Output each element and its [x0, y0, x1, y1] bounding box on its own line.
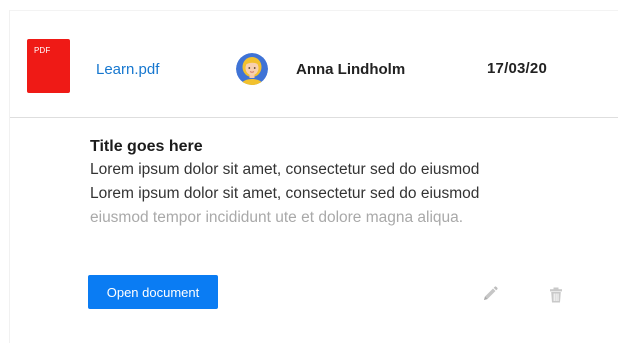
modified-date: 17/03/20 [487, 60, 547, 77]
details-title: Title goes here [90, 138, 203, 155]
open-document-button[interactable]: Open document [88, 275, 218, 309]
document-card: PDF Learn.pdf Anna Lindholm 17/03/20 Tit… [0, 0, 618, 343]
pencil-icon[interactable] [481, 285, 499, 303]
file-row: PDF Learn.pdf Anna Lindholm 17/03/20 [10, 10, 618, 118]
pdf-file-icon: PDF [27, 39, 70, 93]
file-name-link[interactable]: Learn.pdf [96, 60, 159, 80]
description-line-faded: eiusmod tempor incididunt ute et dolore … [90, 209, 464, 226]
pdf-badge-label: PDF [34, 46, 51, 55]
document-details: Title goes here Lorem ipsum dolor sit am… [90, 136, 610, 230]
avatar-icon [236, 53, 268, 85]
description-line: Lorem ipsum dolor sit amet, consectetur … [90, 185, 480, 202]
trash-icon[interactable] [547, 286, 565, 304]
description-line: Lorem ipsum dolor sit amet, consectetur … [90, 161, 480, 178]
owner-name: Anna Lindholm [296, 61, 406, 78]
avatar [236, 53, 268, 85]
